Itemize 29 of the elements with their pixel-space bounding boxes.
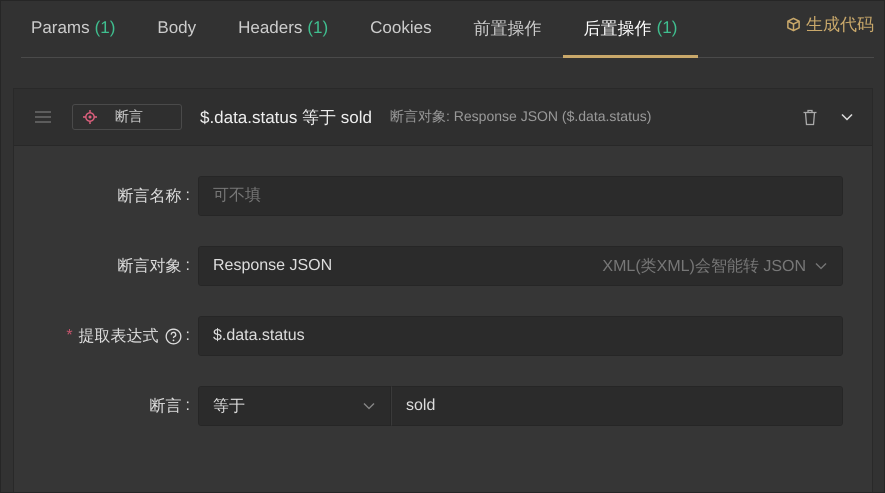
cube-icon xyxy=(786,16,801,32)
target-icon xyxy=(83,110,97,124)
field-label: 断言对象 xyxy=(118,256,182,276)
label-colon: : xyxy=(186,397,190,415)
value-input[interactable]: sold xyxy=(391,386,843,426)
assertion-title: $.data.status 等于 sold xyxy=(200,106,372,128)
field-label: 断言名称 xyxy=(118,186,182,206)
input-field[interactable]: $.data.status xyxy=(198,316,843,356)
tab[interactable]: Body xyxy=(136,1,218,58)
assertion-subtitle: 断言对象: Response JSON ($.data.status) xyxy=(390,108,652,126)
select-field[interactable]: Response JSON XML(类XML)会智能转 JSON xyxy=(198,246,843,286)
field-label: 断言 xyxy=(150,396,182,416)
field-label: 提取表达式 xyxy=(78,326,159,346)
tab[interactable]: Headers (1) xyxy=(217,1,350,58)
input-field[interactable]: 可不填 xyxy=(198,176,843,216)
tab[interactable]: Params (1) xyxy=(21,1,136,58)
assertion-type-label: 断言 xyxy=(115,108,143,126)
trash-icon[interactable] xyxy=(802,108,818,126)
label-colon: : xyxy=(186,327,190,345)
operator-select[interactable]: 等于 xyxy=(198,386,391,426)
drag-handle-icon[interactable] xyxy=(34,110,52,124)
help-icon[interactable] xyxy=(164,328,182,344)
required-mark: * xyxy=(66,327,73,345)
label-colon: : xyxy=(186,187,190,205)
tab[interactable]: 前置操作 xyxy=(452,1,563,58)
tab[interactable]: Cookies xyxy=(349,1,453,58)
tab[interactable]: 后置操作 (1) xyxy=(562,1,698,58)
generate-code-button[interactable]: 生成代码 xyxy=(786,1,874,57)
label-colon: : xyxy=(186,257,190,275)
